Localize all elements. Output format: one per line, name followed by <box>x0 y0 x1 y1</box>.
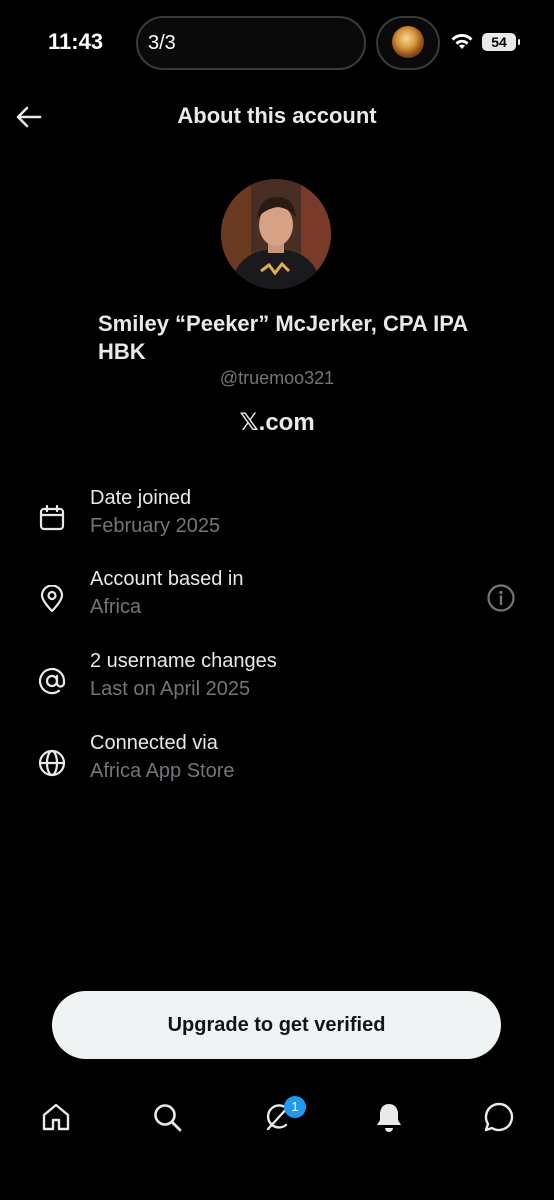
globe-icon <box>38 749 66 777</box>
detail-account-based-in: Account based in Africa <box>0 568 554 628</box>
grok-notification-badge: 1 <box>284 1096 306 1118</box>
notifications-icon[interactable] <box>373 1101 405 1133</box>
location-pin-icon <box>40 585 64 613</box>
info-icon[interactable] <box>486 583 516 613</box>
status-bar: 11:43 3/3 54 <box>0 0 554 88</box>
search-icon[interactable] <box>151 1101 183 1133</box>
avatar[interactable] <box>221 179 331 289</box>
page-indicator: 3/3 <box>148 32 176 54</box>
site-label: 𝕏.com <box>239 409 315 436</box>
detail-label: Date joined <box>90 487 192 509</box>
at-sign-icon <box>38 667 66 695</box>
detail-label: Account based in <box>90 568 244 590</box>
messages-icon[interactable] <box>483 1101 515 1133</box>
battery-indicator: 54 <box>482 33 520 51</box>
live-activity-avatar <box>392 26 424 58</box>
upgrade-verified-button[interactable]: Upgrade to get verified <box>52 991 501 1059</box>
detail-date-joined: Date joined February 2025 <box>0 487 554 547</box>
wifi-icon <box>451 34 473 49</box>
detail-value: Last on April 2025 <box>90 678 251 700</box>
detail-value: Africa <box>90 596 142 618</box>
detail-label: Connected via <box>90 732 218 754</box>
detail-value: Africa App Store <box>90 760 235 782</box>
username-handle: @truemoo321 <box>219 368 335 388</box>
page-title: About this account <box>177 103 377 128</box>
detail-connected-via: Connected via Africa App Store <box>0 732 554 792</box>
display-name: Smiley “Peeker” McJerker, CPA IPA HBK <box>98 311 468 364</box>
detail-value: February 2025 <box>90 515 221 537</box>
detail-label: 2 username changes <box>90 650 277 672</box>
clock: 11:43 <box>48 29 104 54</box>
calendar-icon <box>39 504 65 531</box>
detail-username-changes: 2 username changes Last on April 2025 <box>0 650 554 710</box>
home-icon[interactable] <box>40 1101 72 1133</box>
